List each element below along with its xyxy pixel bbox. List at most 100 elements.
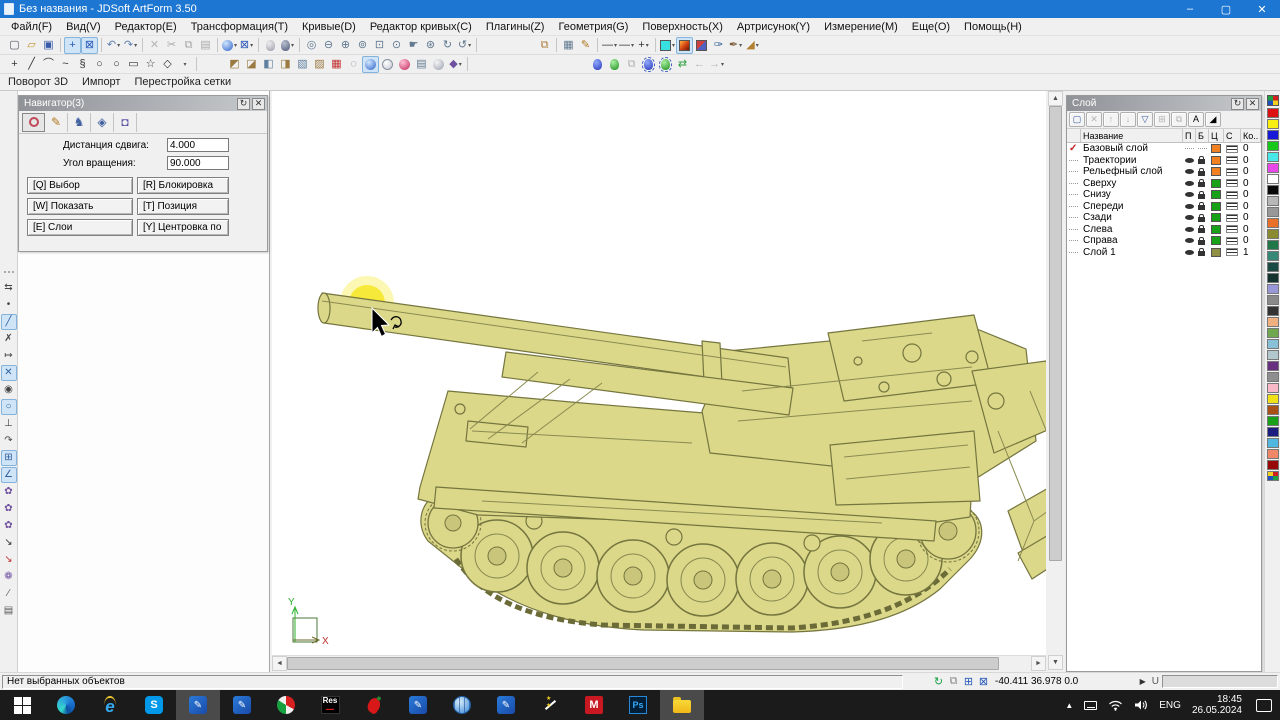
field-input[interactable] xyxy=(167,156,229,170)
tb1-zoom-prev-button[interactable]: ⊙ xyxy=(388,37,405,54)
tb1-eyedropper-button[interactable]: ✑ xyxy=(710,37,727,54)
tb1-save-file-button[interactable]: ▣ xyxy=(40,37,57,54)
tb1-copy-view-button[interactable]: ⧉ xyxy=(536,37,553,54)
snapbar-knife-button[interactable]: ∕ xyxy=(1,586,17,602)
tb1-brush-button[interactable]: ✒ ▾ xyxy=(727,37,744,54)
quick-item-2[interactable]: Перестройка сетки xyxy=(134,76,231,88)
minimize-button[interactable]: – xyxy=(1172,0,1208,18)
tb2-lamp-green-button[interactable] xyxy=(606,56,623,73)
refresh-icon[interactable]: ↻ xyxy=(931,674,946,689)
page-icon[interactable]: ⧉ xyxy=(946,674,961,689)
navigator-button-2[interactable]: [W] Показать xyxy=(27,198,133,215)
tb2-cube-1-button[interactable]: ◩ xyxy=(226,56,243,73)
layer-color-cell[interactable] xyxy=(1209,236,1224,246)
layer-visibility-cell[interactable] xyxy=(1183,249,1196,255)
tb2-sphere-gray-button[interactable] xyxy=(430,56,447,73)
layer-row[interactable]: Справа 0 xyxy=(1067,235,1261,247)
menu-item-7[interactable]: Геометрия(G) xyxy=(551,20,635,34)
notification-center-icon[interactable] xyxy=(1256,698,1272,712)
column-header-1[interactable]: П xyxy=(1183,129,1196,142)
palette-swatch-10[interactable] xyxy=(1266,218,1279,228)
tb2-copy-gray-button[interactable]: ⧉ xyxy=(623,56,640,73)
grid-cross-icon[interactable]: ⊞ xyxy=(961,674,976,689)
clock[interactable]: 18:45 26.05.2024 xyxy=(1192,694,1242,716)
tb1-bucket-button[interactable]: ◢ ▾ xyxy=(744,37,761,54)
layer-color-cell[interactable] xyxy=(1209,167,1224,177)
layer-style-cell[interactable] xyxy=(1224,144,1241,153)
palette-swatch-27[interactable] xyxy=(1266,405,1279,415)
tb2-cube-6-button[interactable]: ▨ xyxy=(311,56,328,73)
snapbar-notes-button[interactable]: ▤ xyxy=(1,603,17,619)
menu-item-11[interactable]: Еще(O) xyxy=(905,20,957,34)
snapbar-snap-circle-button[interactable]: ○ xyxy=(0,399,17,415)
menu-item-6[interactable]: Плагины(Z) xyxy=(479,20,552,34)
tb1-spin-button[interactable]: ↺ ▾ xyxy=(456,37,473,54)
scroll-right-icon[interactable]: ► xyxy=(1031,656,1046,671)
new-layer-button[interactable]: ▢ xyxy=(1069,112,1085,127)
menu-item-2[interactable]: Редактор(E) xyxy=(108,20,184,34)
layer-row[interactable]: ✓ Базовый слой 0 xyxy=(1067,143,1261,155)
close-icon[interactable]: ✕ xyxy=(1246,97,1259,110)
tb2-polyline-button[interactable]: § xyxy=(74,56,91,73)
hscroll-thumb[interactable] xyxy=(287,657,999,670)
tb2-sphere-blue-button[interactable] xyxy=(362,55,379,73)
tb2-cube-3-button[interactable]: ◧ xyxy=(260,56,277,73)
text-tool-button[interactable]: A xyxy=(1188,112,1204,127)
palette-swatch-31[interactable] xyxy=(1266,449,1279,459)
navigator-button-4[interactable]: [E] Слои xyxy=(27,219,133,236)
taskbar-explorer[interactable] xyxy=(660,690,704,720)
field-input[interactable] xyxy=(167,138,229,152)
play-icon[interactable]: ▶ xyxy=(1140,677,1146,686)
palette-swatch-20[interactable] xyxy=(1266,328,1279,338)
navigator-button-0[interactable]: [Q] Выбор xyxy=(27,177,133,194)
snapbar-relief-3-button[interactable]: ✿ xyxy=(1,518,17,534)
tb2-sphere-wire-button[interactable]: ◌ xyxy=(345,56,362,73)
palette-swatch-12[interactable] xyxy=(1266,240,1279,250)
taskbar-artform-3[interactable]: ✎ xyxy=(396,690,440,720)
palette-swatch-30[interactable] xyxy=(1266,438,1279,448)
palette-swatch-26[interactable] xyxy=(1266,394,1279,404)
layer-visibility-cell[interactable] xyxy=(1183,157,1196,163)
layer-style-cell[interactable] xyxy=(1224,202,1241,211)
layer-style-cell[interactable] xyxy=(1224,156,1241,165)
menu-item-12[interactable]: Помощь(H) xyxy=(957,20,1029,34)
tb1-grid-dots-button[interactable]: ▦ xyxy=(560,37,577,54)
column-header-5[interactable]: Ко.. xyxy=(1241,129,1261,142)
layer-row[interactable]: Слой 1 1 xyxy=(1067,247,1261,259)
palette-swatch-7[interactable] xyxy=(1266,185,1279,195)
tb1-open-file-button[interactable]: ▱ xyxy=(23,37,40,54)
layer-row[interactable]: Слева 0 xyxy=(1067,224,1261,236)
layer-row[interactable]: Траектории 0 xyxy=(1067,155,1261,167)
tb1-swatch-cyan-button[interactable]: ▾ xyxy=(659,37,676,54)
tb1-snap-cross-button[interactable]: + xyxy=(64,36,81,54)
tb2-cube-2-button[interactable]: ◪ xyxy=(243,56,260,73)
navigator-tab-diamond[interactable]: ◈ xyxy=(91,112,114,132)
tb2-arrow-left-button[interactable]: ← xyxy=(691,56,708,73)
tb2-curve-button[interactable]: ~ xyxy=(57,56,74,73)
tb2-sphere-red-button[interactable] xyxy=(396,56,413,73)
layer-lock-cell[interactable] xyxy=(1196,148,1209,150)
taskbar-master-pdf[interactable]: M xyxy=(572,690,616,720)
layer-color-cell[interactable] xyxy=(1209,213,1224,223)
tb1-zoom-all-button[interactable]: ◎ xyxy=(303,37,320,54)
tb1-gradient-button[interactable] xyxy=(676,36,693,54)
palette-swatch-24[interactable] xyxy=(1266,372,1279,382)
taskbar-edge[interactable] xyxy=(44,690,88,720)
copy-layer-button[interactable]: ⧉ xyxy=(1171,112,1187,127)
tb1-zoom-dynamic-button[interactable]: ⊛ xyxy=(422,37,439,54)
layer-style-cell[interactable] xyxy=(1224,167,1241,176)
tb2-layers-button[interactable]: ▤ xyxy=(413,56,430,73)
tb1-redo-button[interactable]: ↷ ▾ xyxy=(122,37,139,54)
tb1-snap-box-button[interactable]: ⊠ ▾ xyxy=(238,37,255,54)
layer-row[interactable]: Спереди 0 xyxy=(1067,201,1261,213)
layer-visibility-cell[interactable] xyxy=(1183,169,1196,175)
tb1-zoom-sel-button[interactable]: ⊚ xyxy=(354,37,371,54)
layer-row[interactable]: Рельефный слой 0 xyxy=(1067,166,1261,178)
layer-style-cell[interactable] xyxy=(1224,179,1241,188)
tb1-zoom-out-button[interactable]: ⊖ xyxy=(320,37,337,54)
layer-lock-cell[interactable] xyxy=(1196,225,1209,234)
navigator-tab-ring[interactable] xyxy=(22,112,45,132)
layer-visibility-cell[interactable] xyxy=(1183,203,1196,209)
navigator-button-3[interactable]: [T] Позиция xyxy=(137,198,229,215)
column-header-4[interactable]: С xyxy=(1224,129,1241,142)
